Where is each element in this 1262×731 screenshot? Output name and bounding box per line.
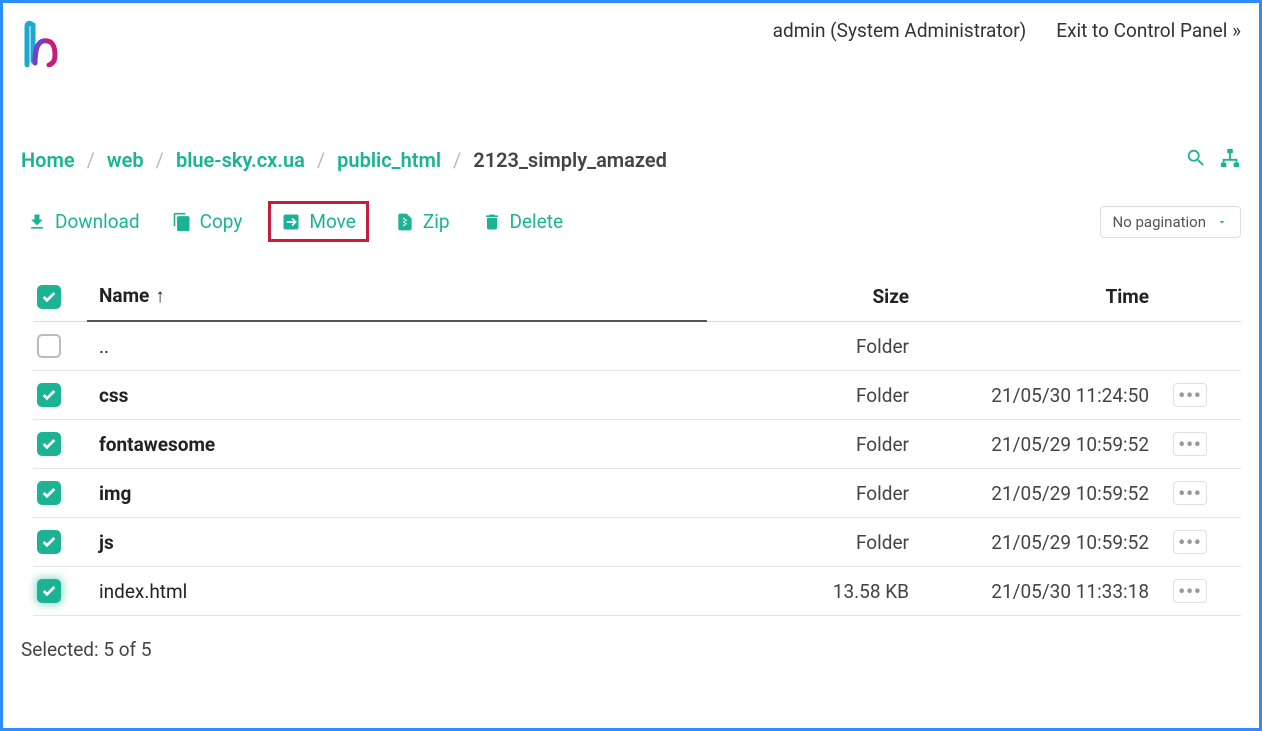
file-name[interactable]: css: [87, 372, 707, 419]
more-actions-button[interactable]: •••: [1173, 481, 1207, 505]
download-icon: [27, 212, 47, 232]
copy-icon: [172, 212, 192, 232]
row-checkbox[interactable]: [37, 481, 61, 505]
breadcrumb-sep: /: [87, 148, 95, 172]
file-time: 21/05/29 10:59:52: [917, 519, 1157, 566]
chevron-down-icon: [1216, 216, 1228, 228]
sort-asc-icon: ↑: [155, 284, 165, 307]
row-checkbox[interactable]: [37, 334, 61, 358]
toolbar: Download Copy Move Zip Delete: [21, 201, 569, 242]
file-size: Folder: [707, 519, 917, 566]
topbar: admin (System Administrator) Exit to Con…: [21, 19, 1241, 67]
table-row[interactable]: jsFolder21/05/29 10:59:52 •••: [33, 518, 1241, 567]
file-time: 21/05/30 11:24:50: [917, 372, 1157, 419]
zip-icon: [395, 212, 415, 232]
exit-link[interactable]: Exit to Control Panel »: [1056, 19, 1241, 42]
logo: [21, 19, 61, 67]
table-row[interactable]: imgFolder21/05/29 10:59:52 •••: [33, 469, 1241, 518]
file-size: Folder: [707, 372, 917, 419]
breadcrumb-sep: /: [317, 148, 325, 172]
file-name[interactable]: img: [87, 470, 707, 517]
check-icon: [41, 289, 57, 305]
move-icon: [281, 212, 301, 232]
breadcrumb: Home / web / blue-sky.cx.ua / public_htm…: [21, 148, 667, 172]
delete-label: Delete: [510, 210, 564, 233]
file-table: Name↑ Size Time ..FoldercssFolder21/05/3…: [21, 272, 1241, 616]
more-actions-button[interactable]: •••: [1173, 383, 1207, 407]
pagination-select[interactable]: No pagination: [1100, 206, 1241, 238]
breadcrumb-web[interactable]: web: [107, 148, 144, 172]
delete-button[interactable]: Delete: [476, 206, 570, 237]
move-label: Move: [309, 210, 355, 233]
column-size[interactable]: Size: [707, 273, 917, 320]
table-row[interactable]: ..Folder: [33, 322, 1241, 371]
column-time[interactable]: Time: [917, 273, 1157, 320]
file-time: [917, 334, 1157, 358]
file-size: Folder: [707, 421, 917, 468]
zip-label: Zip: [423, 210, 450, 233]
row-checkbox[interactable]: [37, 579, 61, 603]
file-name[interactable]: js: [87, 519, 707, 566]
file-size: Folder: [707, 323, 917, 370]
breadcrumb-current: 2123_simply_amazed: [473, 148, 667, 172]
table-header: Name↑ Size Time: [33, 272, 1241, 322]
file-time: 21/05/29 10:59:52: [917, 470, 1157, 517]
download-button[interactable]: Download: [21, 206, 146, 237]
more-actions-button[interactable]: •••: [1173, 432, 1207, 456]
search-icon[interactable]: [1185, 147, 1207, 173]
breadcrumb-domain[interactable]: blue-sky.cx.ua: [176, 148, 305, 172]
row-checkbox[interactable]: [37, 383, 61, 407]
download-label: Download: [55, 210, 140, 233]
file-name[interactable]: index.html: [87, 568, 707, 615]
more-actions-button[interactable]: •••: [1173, 530, 1207, 554]
selection-status: Selected: 5 of 5: [21, 638, 1241, 661]
select-all-checkbox[interactable]: [37, 285, 61, 309]
table-row[interactable]: fontawesomeFolder21/05/29 10:59:52 •••: [33, 420, 1241, 469]
file-size: Folder: [707, 470, 917, 517]
copy-button[interactable]: Copy: [166, 206, 249, 237]
file-time: 21/05/29 10:59:52: [917, 421, 1157, 468]
copy-label: Copy: [200, 210, 243, 233]
file-name[interactable]: fontawesome: [87, 421, 707, 468]
breadcrumb-sep: /: [453, 148, 461, 172]
delete-icon: [482, 212, 502, 232]
file-name[interactable]: ..: [87, 323, 707, 370]
zip-button[interactable]: Zip: [389, 206, 456, 237]
more-actions-button[interactable]: •••: [1173, 579, 1207, 603]
pagination-label: No pagination: [1113, 213, 1206, 231]
row-checkbox[interactable]: [37, 530, 61, 554]
move-button[interactable]: Move: [268, 201, 368, 242]
file-size: 13.58 KB: [707, 568, 917, 615]
table-row[interactable]: index.html13.58 KB21/05/30 11:33:18 •••: [33, 567, 1241, 616]
file-time: 21/05/30 11:33:18: [917, 568, 1157, 615]
breadcrumb-public-html[interactable]: public_html: [337, 148, 441, 172]
table-row[interactable]: cssFolder21/05/30 11:24:50 •••: [33, 371, 1241, 420]
user-label: admin (System Administrator): [773, 19, 1027, 42]
breadcrumb-sep: /: [156, 148, 164, 172]
breadcrumb-home[interactable]: Home: [21, 148, 75, 172]
column-name[interactable]: Name↑: [87, 272, 707, 322]
row-checkbox[interactable]: [37, 432, 61, 456]
sitemap-icon[interactable]: [1219, 147, 1241, 173]
